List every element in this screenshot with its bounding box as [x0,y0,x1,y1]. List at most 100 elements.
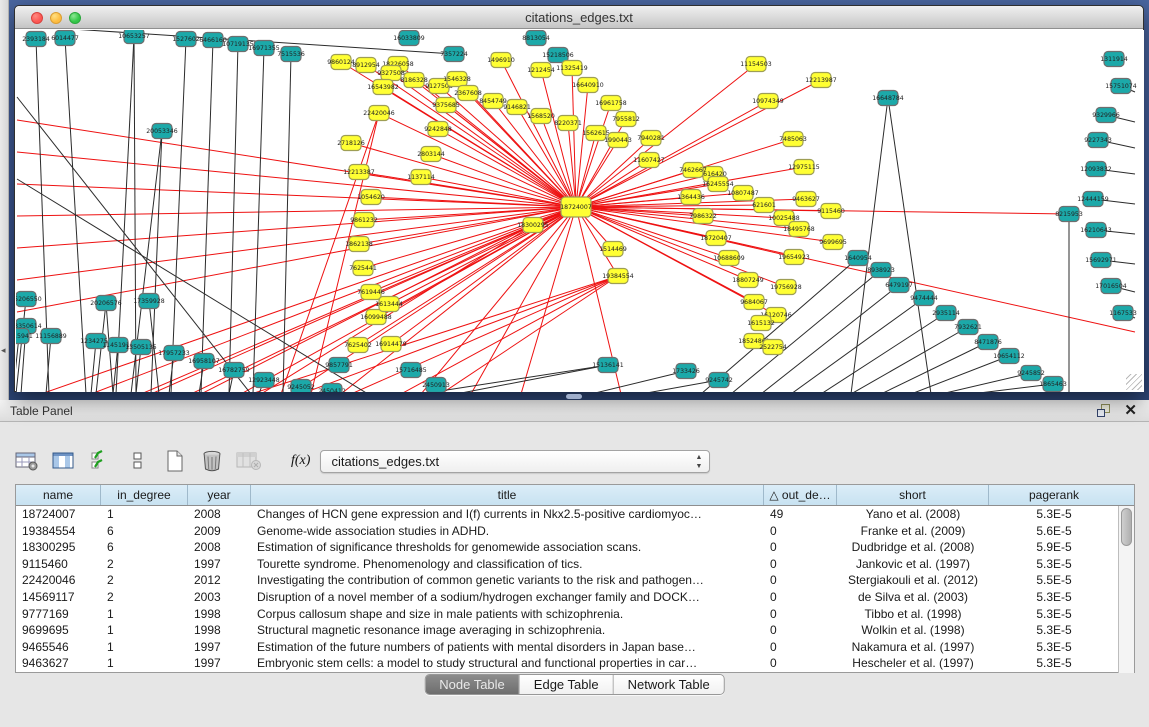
table-cell[interactable]: 1998 [188,622,251,639]
table-cell[interactable]: 2 [101,572,188,589]
table-cell[interactable]: 0 [764,622,837,639]
collapsed-panel-strip[interactable]: ◂ [0,0,9,400]
scrollbar-thumb[interactable] [1121,508,1132,546]
citation-edge-black[interactable] [283,54,291,392]
citation-edge-red[interactable] [17,207,576,216]
table-cell[interactable]: 2008 [188,506,251,523]
minimize-window-button[interactable] [50,12,62,24]
table-cell[interactable]: 1 [101,655,188,672]
table-row[interactable]: 911546021997Tourette syndrome. Phenomeno… [16,556,1134,573]
table-scrollbar[interactable] [1118,506,1134,673]
table-cell[interactable]: 9699695 [16,622,101,639]
table-row[interactable]: 977716911998Corpus callosum shape and si… [16,606,1134,623]
table-cell[interactable]: 2 [101,589,188,606]
table-cell[interactable]: 6 [101,523,188,540]
table-cell[interactable]: de Silva et al. (2003) [837,589,989,606]
citation-edge-black[interactable] [911,356,1009,392]
table-cell[interactable]: Tourette syndrome. Phenomenology and cla… [251,556,764,573]
table-cell[interactable]: Franke et al. (2009) [837,523,989,540]
citation-edge-red[interactable] [421,207,576,392]
citation-edge-red[interactable] [391,73,576,207]
select-all-icon[interactable] [88,448,114,474]
show-columns-icon[interactable] [51,448,77,474]
table-select-dropdown[interactable]: citations_edges.txt ▲▼ [320,450,710,473]
table-cell[interactable]: 0 [764,556,837,573]
table-mode-icon[interactable] [14,448,40,474]
window-titlebar[interactable]: citations_edges.txt [15,6,1143,29]
table-cell[interactable]: 5.3E-5 [989,556,1119,573]
column-header-short[interactable]: short [837,485,989,505]
table-cell[interactable]: Stergiakouli et al. (2012) [837,572,989,589]
table-cell[interactable]: 1 [101,639,188,656]
table-cell[interactable]: 9777169 [16,606,101,623]
table-cell[interactable]: 2009 [188,523,251,540]
table-cell[interactable]: Jankovic et al. (1997) [837,556,989,573]
table-cell[interactable]: 0 [764,655,837,672]
table-cell[interactable]: 5.3E-5 [989,506,1119,523]
citation-edge-red[interactable] [521,207,576,392]
table-cell[interactable]: 0 [764,589,837,606]
table-row[interactable]: 969969511998Structural magnetic resonanc… [16,622,1134,639]
citation-edge-black[interactable] [201,40,213,392]
table-cell[interactable]: Estimation of the future numbers of pati… [251,639,764,656]
table-cell[interactable]: 0 [764,606,837,623]
table-cell[interactable]: Nakamura et al. (1997) [837,639,989,656]
table-cell[interactable]: Hescheler et al. (1997) [837,655,989,672]
citation-edge-red[interactable] [576,207,1135,332]
table-cell[interactable]: Yano et al. (2008) [837,506,989,523]
citation-edge-black[interactable] [761,285,899,392]
table-cell[interactable]: 18724007 [16,506,101,523]
table-cell[interactable]: Tibbo et al. (1998) [837,606,989,623]
table-cell[interactable]: 1 [101,506,188,523]
table-cell[interactable]: 5.3E-5 [989,639,1119,656]
zoom-window-button[interactable] [69,12,81,24]
citation-edge-black[interactable] [253,48,264,392]
table-cell[interactable]: 0 [764,523,837,540]
table-cell[interactable]: 0 [764,572,837,589]
table-cell[interactable]: 9115460 [16,556,101,573]
collapse-arrow-icon[interactable]: ◂ [1,346,6,355]
citation-edge-red[interactable] [351,276,618,392]
table-cell[interactable]: Investigating the contribution of common… [251,572,764,589]
table-cell[interactable]: 1 [101,606,188,623]
table-cell[interactable]: 2008 [188,539,251,556]
table-cell[interactable]: 5.6E-5 [989,523,1119,540]
citation-edge-black[interactable] [821,313,946,392]
column-header-out_de[interactable]: △ out_de… [764,485,837,505]
table-cell[interactable]: 22420046 [16,572,101,589]
unselect-all-icon[interactable] [125,448,151,474]
citation-edge-black[interactable] [888,98,931,392]
citation-edge-black[interactable] [171,39,186,392]
column-header-name[interactable]: name [16,485,101,505]
table-cell[interactable]: 1 [101,622,188,639]
table-cell[interactable]: Genome-wide association studies in ADHD. [251,523,764,540]
table-row[interactable]: 2242004622012Investigating the contribut… [16,572,1134,589]
float-panel-button[interactable] [1097,404,1111,418]
table-cell[interactable]: 2003 [188,589,251,606]
table-cell[interactable]: Dudbridge et al. (2008) [837,539,989,556]
column-header-in_degree[interactable]: in_degree [101,485,188,505]
network-canvas[interactable]: 2393184601447710653257152760264661601071… [16,30,1144,392]
close-panel-button[interactable]: ✕ [1124,402,1137,420]
citation-edge-red[interactable] [401,276,618,392]
citation-edge-black[interactable] [851,98,888,392]
function-builder-icon[interactable]: f(x) [291,453,310,469]
table-cell[interactable]: 5.3E-5 [989,589,1119,606]
table-row[interactable]: 1938455462009Genome-wide association stu… [16,523,1134,540]
table-cell[interactable]: Corpus callosum shape and size in male p… [251,606,764,623]
citation-edge-red[interactable] [311,113,379,392]
table-cell[interactable]: 5.3E-5 [989,606,1119,623]
table-cell[interactable]: 9465546 [16,639,101,656]
delete-column-icon[interactable] [199,448,225,474]
table-cell[interactable]: 49 [764,506,837,523]
table-cell[interactable]: 2012 [188,572,251,589]
citation-edge-black[interactable] [229,44,238,392]
column-header-year[interactable]: year [188,485,251,505]
table-cell[interactable]: 5.5E-5 [989,572,1119,589]
tab-node-table[interactable]: Node Table [425,675,520,694]
table-cell[interactable]: 1997 [188,655,251,672]
table-cell[interactable]: 14569117 [16,589,101,606]
tab-network-table[interactable]: Network Table [614,675,724,694]
window-resize-grip[interactable] [1126,374,1142,390]
citation-network-graph[interactable]: 2393184601447710653257152760264661601071… [16,30,1144,392]
